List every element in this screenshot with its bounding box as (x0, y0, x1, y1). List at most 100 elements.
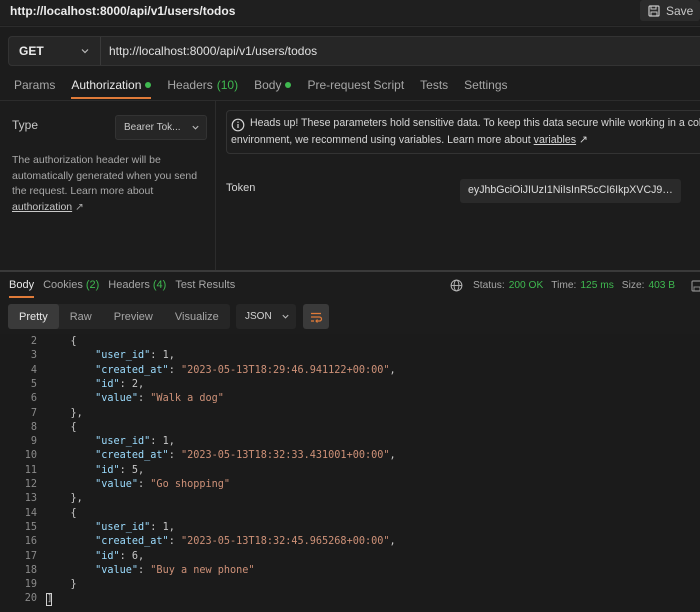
line-number: 7 (30, 407, 37, 419)
view-raw-button[interactable]: Raw (59, 304, 103, 329)
authorization-link[interactable]: authorization (12, 201, 72, 213)
url-input[interactable] (101, 37, 700, 65)
variables-link[interactable]: variables (534, 134, 576, 146)
tab-label: Body (254, 78, 282, 92)
token-label: Token (226, 182, 256, 194)
tab-params[interactable]: Params (14, 78, 55, 99)
code-line: 7 }, (0, 408, 700, 422)
token-input[interactable]: eyJhbGciOiJIUzI1NiIsInR5cCI6IkpXVCJ9.ey.… (460, 179, 681, 203)
line-number: 6 (30, 393, 37, 405)
code-line: 17 "id": 6, (0, 551, 700, 565)
json-value: 2 (131, 378, 139, 390)
format-value: JSON (245, 311, 272, 322)
response-status: Status:200 OK Time:125 ms Size:403 B Sa (450, 279, 700, 292)
globe-icon[interactable] (450, 279, 463, 292)
view-pretty-button[interactable]: Pretty (8, 304, 59, 329)
tab-response-headers[interactable]: Headers (4) (108, 279, 166, 298)
tab-count: (4) (152, 279, 167, 291)
json-value: "Go shopping" (150, 479, 231, 490)
json-punctuation: ] (46, 593, 53, 607)
time-value: 125 ms (580, 280, 614, 291)
tab-label: Cookies (43, 279, 83, 291)
wrap-lines-button[interactable] (303, 304, 329, 329)
code-line: 11 "id": 5, (0, 465, 700, 479)
tab-test-results[interactable]: Test Results (175, 279, 235, 298)
json-key: "created_at" (95, 450, 169, 462)
chevron-down-icon (81, 49, 89, 54)
save-button[interactable]: Save (640, 0, 700, 21)
code-line: 10 "created_at": "2023-05-13T18:32:33.43… (0, 450, 700, 464)
tab-pre-request-script[interactable]: Pre-request Script (307, 78, 404, 99)
tab-label: Settings (464, 78, 508, 92)
code-text: "value": "Walk a dog" (95, 393, 224, 405)
line-number: 14 (24, 507, 37, 519)
code-line: 2 { (0, 336, 700, 350)
code-text: "id": 6, (95, 550, 145, 562)
wrap-lines-icon (311, 312, 323, 323)
save-label: Save (666, 3, 694, 18)
code-text: { (37, 336, 77, 350)
code-text: "user_id": 1, (95, 350, 175, 362)
save-response-icon[interactable] (691, 279, 700, 292)
status-value: 200 OK (508, 280, 544, 291)
tab-count: (2) (85, 279, 100, 291)
json-punctuation: }, (46, 493, 83, 505)
pane-splitter[interactable] (0, 270, 700, 272)
code-text: "value": "Go shopping" (95, 479, 231, 490)
tab-response-body[interactable]: Body (9, 279, 35, 298)
json-punctuation: { (46, 336, 77, 347)
tab-settings[interactable]: Settings (464, 78, 507, 99)
auth-type-value: Bearer Tok... (124, 122, 181, 133)
line-number: 18 (24, 564, 37, 576)
response-code-editor[interactable]: 2 {3 "user_id": 1, 4 "created_at": "2023-… (0, 334, 700, 612)
json-punctuation: { (46, 507, 77, 519)
code-line: 6 "value": "Walk a dog" (0, 393, 700, 407)
json-value: 6 (131, 550, 139, 562)
json-value: "2023-05-13T18:32:45.965268+00:00" (180, 536, 390, 548)
json-key: "user_id" (95, 350, 151, 362)
info-icon (231, 118, 245, 132)
view-preview-button[interactable]: Preview (103, 304, 164, 329)
json-key: "created_at" (95, 364, 169, 376)
code-text: "created_at": "2023-05-13T18:29:46.94112… (95, 364, 396, 376)
tab-headers[interactable]: Headers (10) (167, 78, 238, 99)
title-bar: http://localhost:8000/api/v1/users/todos… (0, 0, 700, 25)
tab-cookies[interactable]: Cookies (2) (43, 279, 99, 298)
notice-text-2: environment, we recommend using variable… (231, 134, 588, 146)
code-text: "created_at": "2023-05-13T18:32:45.96526… (95, 536, 396, 548)
type-label: Type (12, 118, 39, 132)
external-link-icon: ↗ (72, 200, 84, 213)
json-key: "user_id" (95, 521, 151, 533)
code-line: 19 } (0, 579, 700, 593)
code-text: } (37, 579, 77, 593)
tab-label: Headers (167, 78, 213, 92)
code-text: ] (37, 593, 52, 607)
view-visualize-button[interactable]: Visualize (164, 304, 230, 329)
response-tabs: Body Cookies (2) Headers (4) Test Results (0, 279, 235, 299)
tab-authorization[interactable]: Authorization (71, 78, 152, 99)
line-number: 4 (30, 364, 37, 376)
code-line: 20] (0, 593, 700, 607)
auth-type-panel: Type Bearer Tok... The authorization hea… (0, 101, 216, 270)
auth-type-select[interactable]: Bearer Tok... (115, 115, 207, 140)
code-line: 4 "created_at": "2023-05-13T18:29:46.941… (0, 365, 700, 379)
code-line: 13 }, (0, 493, 700, 507)
tab-body[interactable]: Body (254, 78, 292, 99)
format-select[interactable]: JSON (236, 304, 296, 329)
notice-text-part: environment, we recommend using variable… (231, 134, 534, 146)
tab-label: Body (9, 279, 35, 291)
method-select[interactable]: GET (9, 37, 101, 65)
method-label: GET (19, 44, 44, 58)
status-dot (285, 82, 292, 88)
code-line: 12 "value": "Go shopping" (0, 479, 700, 493)
notice-text: Heads up! These parameters hold sensitiv… (250, 117, 700, 129)
code-line: 14 { (0, 508, 700, 522)
size-group: Size: 403 B (622, 280, 675, 291)
tab-label: Pre-request Script (307, 78, 405, 92)
code-text: { (37, 422, 77, 436)
code-text: "user_id": 1, (95, 521, 175, 533)
json-value: 1 (162, 521, 169, 533)
tab-tests[interactable]: Tests (420, 78, 448, 99)
line-number: 20 (24, 593, 37, 605)
json-key: "id" (95, 378, 120, 390)
